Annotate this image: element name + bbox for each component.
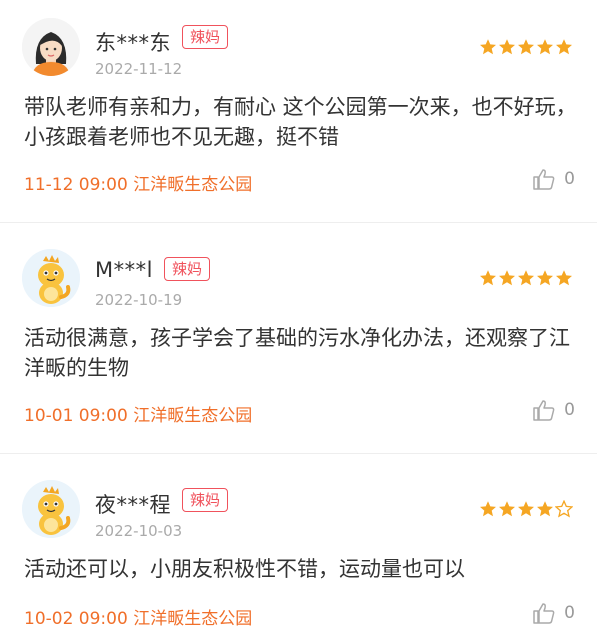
star-filled-icon <box>499 270 515 286</box>
activity-time: 10-01 09:00 <box>24 406 128 426</box>
like-button[interactable]: 0 <box>532 168 575 190</box>
like-button[interactable]: 0 <box>532 399 575 421</box>
activity-place: 江洋畈生态公园 <box>133 406 253 426</box>
user-name: 夜***程 <box>95 493 171 517</box>
review-date: 2022-11-12 <box>95 60 183 78</box>
review-meta[interactable]: 11-12 09:00 江洋畈生态公园 <box>24 170 252 195</box>
star-filled-icon <box>556 39 572 55</box>
user-badge: 辣妈 <box>182 488 229 512</box>
thumbs-up-icon <box>533 603 555 624</box>
review-date: 2022-10-19 <box>95 291 183 309</box>
star-filled-icon <box>537 39 553 55</box>
star-filled-icon <box>480 270 496 286</box>
star-filled-icon <box>537 270 553 286</box>
rating-stars <box>479 38 573 56</box>
star-filled-icon <box>518 39 534 55</box>
like-count: 0 <box>564 603 575 623</box>
activity-place: 江洋畈生态公园 <box>133 175 253 195</box>
woman-avatar-icon[interactable] <box>22 18 80 76</box>
like-count: 0 <box>564 169 575 189</box>
user-badge: 辣妈 <box>182 25 229 49</box>
user-name: 东***东 <box>95 31 171 55</box>
dinosaur-avatar-icon[interactable] <box>22 480 80 538</box>
review-meta[interactable]: 10-01 09:00 江洋畈生态公园 <box>24 401 252 426</box>
review-content: 带队老师有亲和力，有耐心 这个公园第一次来，也不好玩，小孩跟着老师也不见无趣，挺… <box>24 95 577 149</box>
star-filled-icon <box>518 501 534 517</box>
activity-time: 11-12 09:00 <box>24 175 128 195</box>
activity-time: 10-02 09:00 <box>24 609 128 629</box>
review-content: 活动还可以，小朋友积极性不错，运动量也可以 <box>24 557 465 581</box>
thumbs-up-icon <box>533 169 555 190</box>
rating-stars <box>479 269 573 287</box>
review-meta[interactable]: 10-02 09:00 江洋畈生态公园 <box>24 604 252 629</box>
review-item: M***l 辣妈 2022-10-19 活动很满意，孩子学会了基础的污水净化办法… <box>0 223 597 453</box>
review-list: 东***东 辣妈 2022-11-12 带队老师有亲和力，有耐心 这个公园第一次… <box>0 0 597 629</box>
review-date: 2022-10-03 <box>95 522 183 540</box>
star-filled-icon <box>480 501 496 517</box>
star-filled-icon <box>556 270 572 286</box>
like-count: 0 <box>564 400 575 420</box>
star-filled-icon <box>518 270 534 286</box>
star-filled-icon <box>499 39 515 55</box>
thumbs-up-icon <box>533 400 555 421</box>
review-item: 夜***程 辣妈 2022-10-03 活动还可以，小朋友积极性不错，运动量也可… <box>0 454 597 629</box>
review-content: 活动很满意，孩子学会了基础的污水净化办法，还观察了江洋畈的生物 <box>24 326 570 380</box>
star-empty-icon <box>555 500 573 518</box>
user-badge: 辣妈 <box>164 257 211 281</box>
activity-place: 江洋畈生态公园 <box>133 609 253 629</box>
star-filled-icon <box>499 501 515 517</box>
rating-stars <box>479 500 573 518</box>
dinosaur-avatar-icon[interactable] <box>22 249 80 307</box>
review-item: 东***东 辣妈 2022-11-12 带队老师有亲和力，有耐心 这个公园第一次… <box>0 0 597 222</box>
like-button[interactable]: 0 <box>532 602 575 624</box>
user-name: M***l <box>95 258 153 282</box>
star-filled-icon <box>480 39 496 55</box>
star-filled-icon <box>537 501 553 517</box>
